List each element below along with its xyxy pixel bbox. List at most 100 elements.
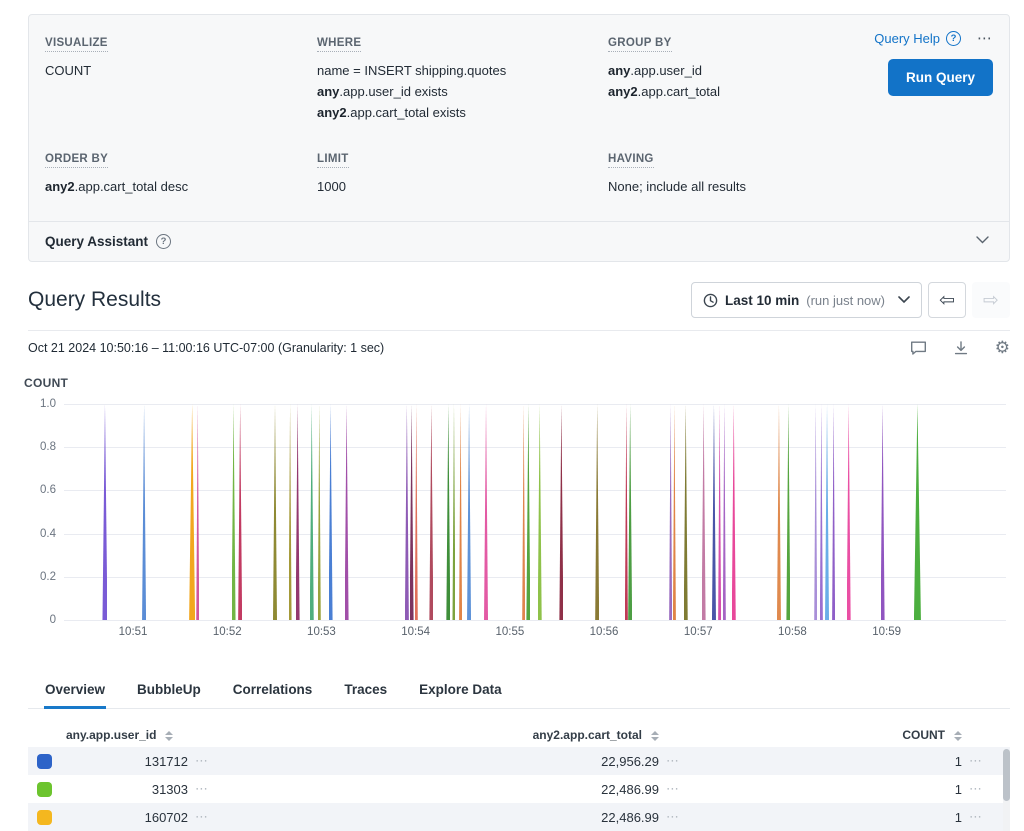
row-menu-icon[interactable]: ⋯ bbox=[962, 809, 988, 825]
chevron-down-icon bbox=[898, 296, 910, 304]
chart-spike bbox=[595, 404, 599, 620]
table-row[interactable]: 160702⋯22,486.99⋯1⋯ bbox=[28, 803, 1010, 831]
time-range-suffix: (run just now) bbox=[806, 293, 885, 308]
page-title: Query Results bbox=[28, 288, 161, 312]
column-header-cart-total[interactable]: any2.app.cart_total bbox=[214, 728, 659, 742]
query-help-link[interactable]: Query Help ? bbox=[874, 31, 961, 46]
chart-spike bbox=[484, 404, 488, 620]
row-menu-icon[interactable]: ⋯ bbox=[188, 809, 214, 825]
count-chart: COUNT 1.00.80.60.40.20 10:5110:5210:5310… bbox=[0, 376, 1024, 642]
chart-spike bbox=[832, 404, 835, 620]
sort-icon bbox=[954, 731, 962, 741]
download-icon[interactable] bbox=[953, 340, 969, 356]
chart-spike bbox=[628, 404, 632, 620]
cell-count: 1 bbox=[685, 754, 962, 769]
gear-icon[interactable]: ⚙ bbox=[995, 339, 1010, 356]
chevron-down-icon[interactable] bbox=[976, 236, 989, 244]
tab-overview[interactable]: Overview bbox=[44, 676, 106, 709]
comment-icon[interactable] bbox=[910, 340, 927, 356]
chart-spike bbox=[196, 404, 199, 620]
gridline bbox=[64, 577, 1006, 578]
time-range-dropdown[interactable]: Last 10 min (run just now) bbox=[691, 282, 922, 318]
run-query-button[interactable]: Run Query bbox=[888, 59, 993, 96]
query-clause[interactable]: name = INSERT shipping.quotes bbox=[317, 60, 608, 81]
query-clause[interactable]: any2.app.cart_total exists bbox=[317, 102, 608, 123]
tab-bubbleup[interactable]: BubbleUp bbox=[136, 676, 202, 709]
column-header-count[interactable]: COUNT bbox=[685, 728, 962, 742]
query-clause[interactable]: None; include all results bbox=[608, 176, 819, 197]
chart-spike bbox=[723, 404, 726, 620]
where-section: WHERE name = INSERT shipping.quotesany.a… bbox=[317, 33, 608, 123]
row-menu-icon[interactable]: ⋯ bbox=[962, 753, 988, 769]
query-assistant-toggle[interactable]: Query Assistant ? bbox=[29, 221, 1009, 261]
where-clauses: name = INSERT shipping.quotesany.app.use… bbox=[317, 60, 608, 123]
table-scrollbar[interactable] bbox=[1003, 749, 1010, 831]
y-axis-label: 0.4 bbox=[22, 528, 56, 540]
group-by-section: GROUP BY any.app.user_idany2.app.cart_to… bbox=[608, 33, 819, 123]
chart-spike bbox=[914, 404, 921, 620]
gridline bbox=[64, 490, 1006, 491]
history-forward-button[interactable]: ⇨ bbox=[972, 282, 1010, 318]
results-table: any.app.user_id any2.app.cart_total COUN… bbox=[28, 723, 1010, 831]
chart-spike bbox=[820, 404, 823, 620]
chart-spike bbox=[847, 404, 851, 620]
chart-spike bbox=[538, 404, 542, 620]
chart-spike bbox=[318, 404, 321, 620]
chart-spike bbox=[296, 404, 300, 620]
having-clauses: None; include all results bbox=[608, 176, 819, 197]
back-arrow-icon: ⇦ bbox=[939, 289, 955, 312]
help-circle-icon: ? bbox=[946, 31, 961, 46]
x-axis-label: 10:51 bbox=[119, 626, 148, 638]
table-row[interactable]: 131712⋯22,956.29⋯1⋯ bbox=[28, 747, 1010, 775]
x-axis-label: 10:59 bbox=[872, 626, 901, 638]
chart-spike bbox=[142, 404, 146, 620]
chart-spike bbox=[452, 404, 455, 620]
tab-correlations[interactable]: Correlations bbox=[232, 676, 314, 709]
sort-icon bbox=[651, 731, 659, 741]
x-axis-label: 10:55 bbox=[495, 626, 524, 638]
order-by-clauses: any2.app.cart_total desc bbox=[45, 176, 317, 197]
chart-spike bbox=[410, 404, 414, 620]
chart-spike bbox=[189, 404, 195, 620]
row-menu-icon[interactable]: ⋯ bbox=[962, 781, 988, 797]
group-by-label: GROUP BY bbox=[608, 37, 672, 52]
query-clause[interactable]: any2.app.cart_total bbox=[608, 81, 819, 102]
row-menu-icon[interactable]: ⋯ bbox=[188, 781, 214, 797]
gridline bbox=[64, 404, 1006, 405]
chart-spike bbox=[559, 404, 563, 620]
x-axis: 10:5110:5210:5310:5410:5510:5610:5710:58… bbox=[64, 624, 1006, 642]
cell-cart-total: 22,956.29 bbox=[214, 754, 659, 769]
group-by-clauses: any.app.user_idany2.app.cart_total bbox=[608, 60, 819, 102]
query-clause[interactable]: any.app.user_id bbox=[608, 60, 819, 81]
y-axis-label: 1.0 bbox=[22, 398, 56, 410]
row-menu-icon[interactable]: ⋯ bbox=[659, 809, 685, 825]
chart-spike bbox=[232, 404, 236, 620]
query-clause[interactable]: COUNT bbox=[45, 60, 317, 81]
query-menu-button[interactable]: ⋯ bbox=[977, 29, 993, 47]
row-menu-icon[interactable]: ⋯ bbox=[659, 753, 685, 769]
x-axis-label: 10:56 bbox=[590, 626, 619, 638]
x-axis-label: 10:53 bbox=[307, 626, 336, 638]
tab-traces[interactable]: Traces bbox=[343, 676, 388, 709]
chart-spike bbox=[526, 404, 530, 620]
column-header-user-id[interactable]: any.app.user_id bbox=[66, 728, 188, 742]
limit-section: LIMIT 1000 bbox=[317, 149, 608, 197]
clock-icon bbox=[703, 293, 718, 308]
query-clause[interactable]: any2.app.cart_total desc bbox=[45, 176, 317, 197]
scrollbar-thumb[interactable] bbox=[1003, 749, 1010, 801]
query-clause[interactable]: any.app.user_id exists bbox=[317, 81, 608, 102]
table-row[interactable]: 31303⋯22,486.99⋯1⋯ bbox=[28, 775, 1010, 803]
chart-spike bbox=[814, 404, 817, 620]
history-back-button[interactable]: ⇦ bbox=[928, 282, 966, 318]
tab-explore-data[interactable]: Explore Data bbox=[418, 676, 503, 709]
assistant-help-icon: ? bbox=[156, 234, 171, 249]
cell-user-id: 131712 bbox=[66, 754, 188, 769]
plot-area[interactable]: 1.00.80.60.40.20 bbox=[64, 404, 1006, 620]
limit-clauses: 1000 bbox=[317, 176, 608, 197]
row-menu-icon[interactable]: ⋯ bbox=[659, 781, 685, 797]
query-clause[interactable]: 1000 bbox=[317, 176, 608, 197]
series-color-swatch bbox=[37, 782, 52, 797]
chart-spike bbox=[310, 404, 314, 620]
row-menu-icon[interactable]: ⋯ bbox=[188, 753, 214, 769]
series-color-swatch bbox=[37, 810, 52, 825]
